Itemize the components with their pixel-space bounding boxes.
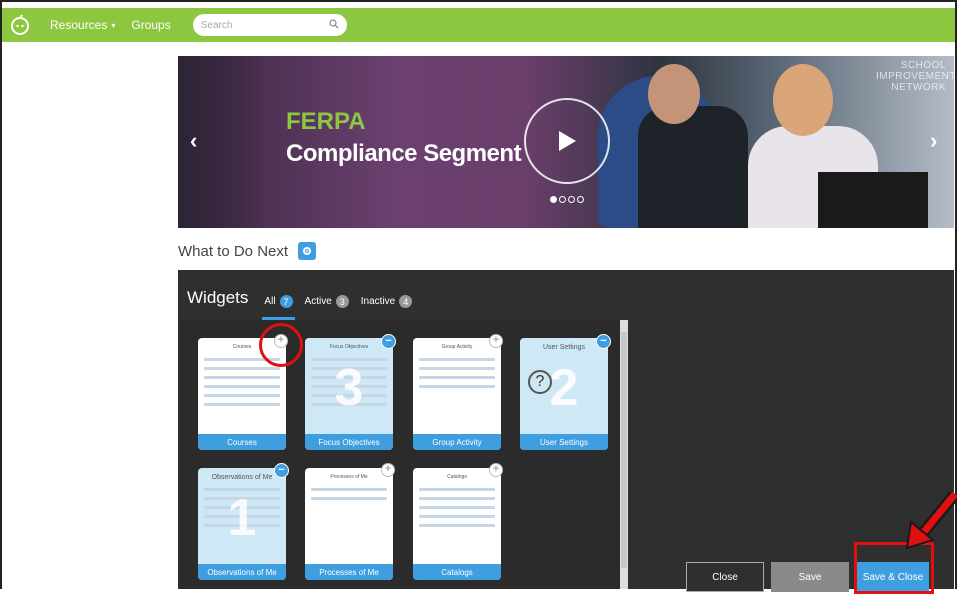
nav-groups[interactable]: Groups [131, 18, 170, 32]
widget-order-number: 1 [227, 489, 257, 547]
widgets-title: Widgets [187, 288, 249, 307]
widget-card-processes-of-me[interactable]: Processes of Me Processes of Me [305, 468, 393, 580]
widget-line [419, 506, 495, 509]
widget-line [204, 376, 280, 379]
widget-line [419, 376, 495, 379]
widget-line [419, 497, 495, 500]
nav-resources-label: Resources [50, 18, 108, 32]
widget-order-number: 3 [334, 359, 364, 417]
widget-line [419, 385, 495, 388]
widget-line [419, 488, 495, 491]
widgets-panel-header: Widgets All 7 Active 3 Inactive 4 [178, 270, 954, 320]
red-arrow-icon [905, 492, 957, 550]
widget-order-number: 2 [549, 359, 579, 417]
scrollbar[interactable] [620, 320, 628, 589]
widget-line [311, 497, 387, 500]
carousel-dots [550, 196, 584, 203]
gear-icon[interactable] [298, 242, 317, 260]
carousel-next-button[interactable]: › [930, 128, 937, 154]
tab-count-badge: 3 [335, 295, 349, 308]
save-button[interactable]: Save [771, 562, 849, 592]
hero-brand-watermark: SCHOOL IMPROVEMENT NETWORK [876, 60, 954, 93]
chevron-down-icon: ▾ [111, 20, 116, 30]
tab-all[interactable]: All 7 [262, 295, 295, 320]
widget-footer: Focus Objectives [305, 434, 393, 450]
widget-footer: User Settings [520, 434, 608, 450]
carousel-dot[interactable] [568, 196, 575, 203]
highlight-circle [259, 323, 303, 367]
search-input[interactable] [200, 19, 321, 31]
widget-line [419, 515, 495, 518]
widget-card-observations-of-me[interactable]: Observations of Me 1 Observations of Me [198, 468, 286, 580]
carousel-prev-button[interactable]: ‹ [190, 128, 197, 154]
search-icon[interactable] [329, 16, 339, 34]
apple-logo-icon[interactable] [6, 11, 34, 39]
hero-monitor [818, 172, 928, 228]
nav-resources[interactable]: Resources ▾ [50, 18, 115, 32]
widget-card-user-settings[interactable]: User Settings ? 2 User Settings [520, 338, 608, 450]
widget-title: Catalogs [447, 474, 467, 480]
brand-line: NETWORK [891, 82, 946, 93]
widget-footer: Courses [198, 434, 286, 450]
search-box[interactable] [192, 14, 347, 36]
carousel-dot[interactable] [550, 196, 557, 203]
widget-line [204, 394, 280, 397]
widget-footer: Group Activity [413, 434, 501, 450]
widget-footer: Processes of Me [305, 564, 393, 580]
hero-person-body [638, 106, 748, 228]
hero-person-head [648, 64, 700, 124]
section-heading: What to Do Next [178, 242, 289, 260]
tab-count-badge: 7 [279, 295, 293, 308]
hero-title-line1: FERPA [286, 108, 366, 135]
widget-line [419, 358, 495, 361]
remove-widget-button[interactable]: − [381, 334, 396, 349]
carousel-dot[interactable] [559, 196, 566, 203]
widget-title: Group Activity [441, 344, 473, 350]
tab-label: All [264, 296, 276, 307]
scrollbar-thumb[interactable] [621, 332, 627, 568]
widget-card-catalogs[interactable]: Catalogs Catalogs [413, 468, 501, 580]
widget-footer: Observations of Me [198, 564, 286, 580]
nav-groups-label: Groups [131, 18, 171, 32]
widget-line [204, 385, 280, 388]
hero-title-line2: Compliance Segment [286, 140, 522, 167]
carousel-dot[interactable] [577, 196, 584, 203]
close-button[interactable]: Close [686, 562, 764, 592]
hero-person-head [773, 64, 833, 136]
widget-line [204, 403, 280, 406]
widget-line [419, 367, 495, 370]
widget-title: Observations of Me [211, 474, 273, 481]
widget-line [204, 367, 280, 370]
play-button[interactable] [524, 98, 610, 184]
widget-title: User Settings [542, 344, 586, 351]
widget-card-group-activity[interactable]: Group Activity Group Activity [413, 338, 501, 450]
add-widget-button[interactable]: + [489, 334, 503, 348]
remove-widget-button[interactable]: − [274, 463, 289, 478]
brand-line: SCHOOL [900, 60, 946, 71]
play-icon [559, 131, 576, 151]
top-nav: Resources ▾ Groups [2, 8, 955, 42]
window-top-edge [0, 0, 957, 8]
widget-line [311, 488, 387, 491]
tab-active[interactable]: Active 3 [305, 295, 349, 308]
remove-widget-button[interactable]: − [596, 334, 611, 349]
tab-label: Inactive [360, 296, 396, 307]
tab-inactive[interactable]: Inactive 4 [360, 295, 413, 308]
what-to-do-next: What to Do Next [178, 242, 317, 260]
tab-label: Active [304, 296, 332, 307]
widget-title: Processes of Me [330, 474, 368, 480]
hero-carousel: SCHOOL IMPROVEMENT NETWORK FERPA Complia… [178, 56, 954, 228]
widget-footer: Catalogs [413, 564, 501, 580]
widget-title: Focus Objectives [329, 344, 369, 350]
tab-count-badge: 4 [399, 295, 413, 308]
add-widget-button[interactable]: + [489, 463, 503, 477]
widget-card-focus-objectives[interactable]: Focus Objectives 3 Focus Objectives [305, 338, 393, 450]
add-widget-button[interactable]: + [381, 463, 395, 477]
widget-line [419, 524, 495, 527]
brand-line: IMPROVEMENT [876, 71, 954, 82]
